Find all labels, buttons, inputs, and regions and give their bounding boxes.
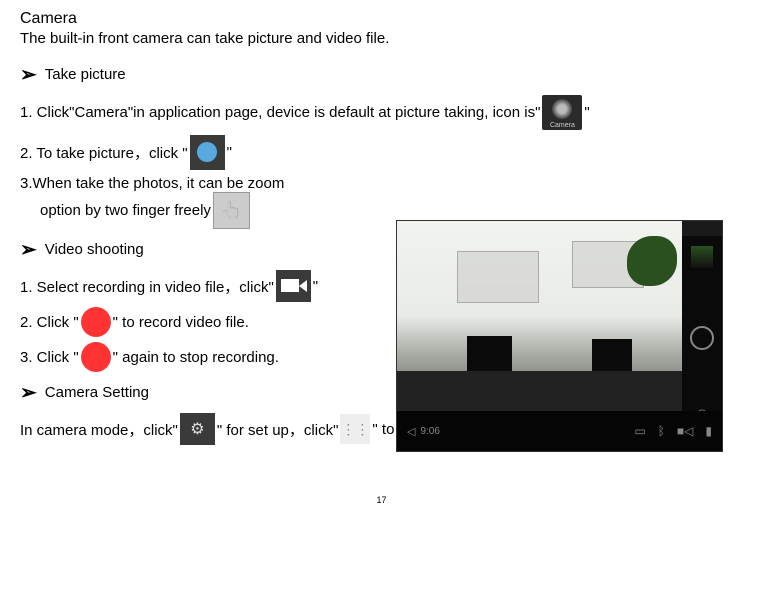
thumbnail-icon[interactable] xyxy=(691,246,713,268)
step-2-1: 1. Select recording in video file，click"… xyxy=(20,270,420,302)
step-text: " xyxy=(584,104,589,121)
video-cam-icon: ■◁ xyxy=(677,424,693,438)
intro-text: The built-in front camera can take pictu… xyxy=(20,30,743,47)
step-text: 2. To take picture，click " xyxy=(20,142,188,163)
ceiling-detail xyxy=(457,251,539,303)
step-1-2: 2. To take picture，click " " xyxy=(20,135,420,170)
step-text: " for set up，click" xyxy=(217,419,339,440)
camera-preview xyxy=(397,221,682,411)
camera-screenshot: ◯ ◁ 9:06 ▭ ᛒ ■◁ ▮ xyxy=(396,220,723,452)
step-1-3a: 3.When take the photos, it can be zoom xyxy=(20,175,420,192)
menu-dots-icon: ⋮⋮ xyxy=(340,414,370,444)
video-mode-icon xyxy=(276,270,311,302)
section-heading: Camera Setting xyxy=(45,384,149,401)
step-text: 3. Click " xyxy=(20,349,79,366)
step-text: " xyxy=(227,144,232,161)
step-2-3: 3. Click " " again to stop recording. xyxy=(20,342,420,372)
monitor-detail xyxy=(592,339,632,371)
step-text: 1. Select recording in video file，click" xyxy=(20,276,274,297)
step-text: 2. Click " xyxy=(20,314,79,331)
step-1-3b: option by two finger freely xyxy=(20,192,420,229)
arrow-icon: ➢ xyxy=(20,380,37,405)
nav-bar: ◁ 9:06 ▭ ᛒ ■◁ ▮ xyxy=(397,411,722,451)
step-1-1: 1. Click"Camera"in application page, dev… xyxy=(20,95,743,130)
sd-card-icon: ▭ xyxy=(634,424,645,438)
section-video-shooting: ➢ Video shooting xyxy=(20,237,420,262)
shutter-button-icon[interactable] xyxy=(690,326,714,350)
page-title: Camera xyxy=(20,10,743,28)
desk-detail xyxy=(397,371,682,411)
arrow-icon: ➢ xyxy=(20,237,37,262)
back-icon[interactable]: ◁ xyxy=(407,425,415,438)
record-icon xyxy=(81,307,111,337)
plant-detail xyxy=(627,236,677,286)
camera-app-icon xyxy=(542,95,582,130)
section-heading: Take picture xyxy=(45,66,126,83)
record-icon xyxy=(81,342,111,372)
clock-time: 9:06 xyxy=(420,426,439,437)
step-text: " again to stop recording. xyxy=(113,349,279,366)
bluetooth-icon: ᛒ xyxy=(658,424,665,438)
step-text: option by two finger freely xyxy=(40,202,211,219)
section-take-picture: ➢ Take picture xyxy=(20,62,743,87)
step-text: In camera mode，click" xyxy=(20,419,178,440)
step-text: " xyxy=(313,278,318,295)
step-text: 1. Click"Camera"in application page, dev… xyxy=(20,104,540,121)
monitor-detail xyxy=(467,336,512,371)
battery-icon: ▮ xyxy=(705,424,712,438)
section-heading: Video shooting xyxy=(45,241,144,258)
step-text: " to record video file. xyxy=(113,314,249,331)
arrow-icon: ➢ xyxy=(20,62,37,87)
settings-sliders-icon: ⚙ xyxy=(180,413,215,445)
step-2-2: 2. Click " " to record video file. xyxy=(20,307,420,337)
pinch-zoom-icon xyxy=(213,192,250,229)
page-number: 17 xyxy=(20,495,743,505)
camera-toolbar: ◯ xyxy=(682,236,722,431)
shutter-icon xyxy=(190,135,225,170)
step-text: 3.When take the photos, it can be zoom xyxy=(20,175,284,192)
